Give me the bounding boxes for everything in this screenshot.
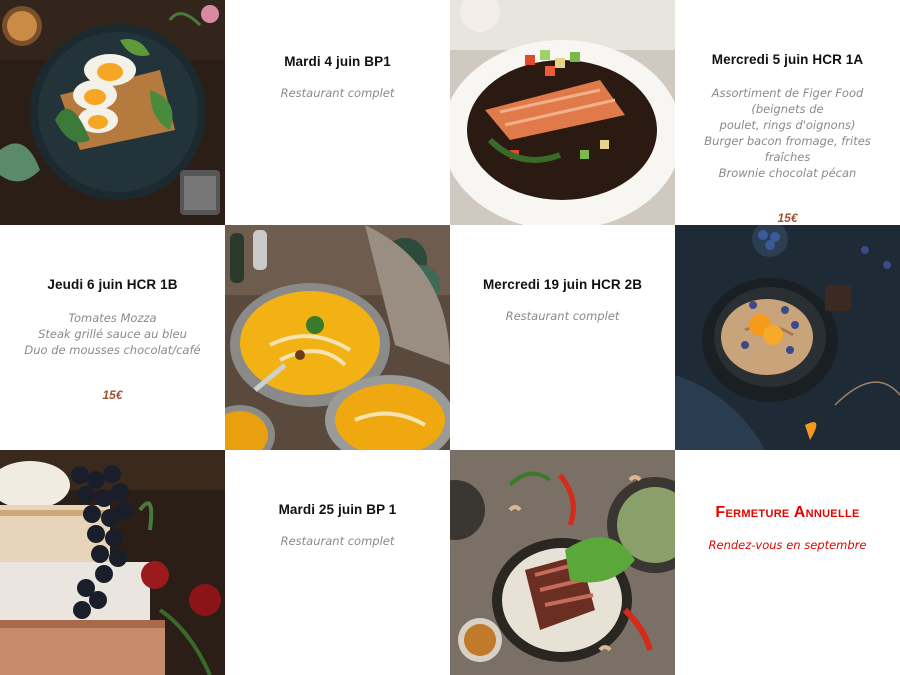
menu-line: Duo de mousses chocolat/café [24, 343, 201, 357]
event-date: Mardi 4 juin BP1 [284, 54, 391, 69]
steak-salad-photo [450, 450, 675, 675]
closure-title: Fermeture Annuelle [715, 504, 860, 521]
event-date: Jeudi 6 juin HCR 1B [47, 277, 178, 292]
menu-line: poulet, rings d'oignons) [719, 118, 856, 132]
event-card-25-juin: Mardi 25 juin BP 1 Restaurant complet [225, 450, 450, 675]
event-price: 15€ [102, 388, 123, 402]
event-date: Mercredi 19 juin HCR 2B [482, 277, 643, 292]
event-card-19-juin: Mercredi 19 juin HCR 2B Restaurant compl… [450, 225, 675, 450]
event-date: Mercredi 5 juin HCR 1A [711, 52, 864, 67]
menu-line: Assortiment de Figer Food (beignets de [711, 86, 864, 116]
event-date: Mardi 25 juin BP 1 [278, 502, 397, 517]
closure-card: Fermeture Annuelle Rendez-vous en septem… [675, 450, 900, 675]
menu-line: Steak grillé sauce au bleu [38, 327, 187, 341]
menu-grid: Mardi 4 juin BP1 Restaurant complet Merc… [0, 0, 900, 675]
event-card-6-juin: Jeudi 6 juin HCR 1B Tomates Mozza Steak … [0, 225, 225, 450]
event-status: Restaurant complet [280, 86, 395, 100]
event-price: 15€ [777, 211, 798, 225]
cheese-grapes-photo [0, 450, 225, 675]
egg-toast-photo [0, 0, 225, 225]
event-menu: Tomates Mozza Steak grillé sauce au bleu… [24, 310, 200, 358]
event-menu: Assortiment de Figer Food (beignets de p… [683, 85, 892, 181]
menu-line: Brownie chocolat pécan [718, 166, 857, 180]
closure-subtitle: Rendez-vous en septembre [708, 538, 867, 552]
event-card-4-juin: Mardi 4 juin BP1 Restaurant complet [225, 0, 450, 225]
salmon-plate-photo [450, 0, 675, 225]
event-status: Restaurant complet [280, 534, 395, 548]
menu-line: Tomates Mozza [68, 311, 157, 325]
event-card-5-juin: Mercredi 5 juin HCR 1A Assortiment de Fi… [675, 0, 900, 225]
menu-line: Burger bacon fromage, frites fraîches [704, 134, 871, 164]
soup-bowls-photo [225, 225, 450, 450]
event-status: Restaurant complet [505, 309, 620, 323]
pancake-berries-photo [675, 225, 900, 450]
